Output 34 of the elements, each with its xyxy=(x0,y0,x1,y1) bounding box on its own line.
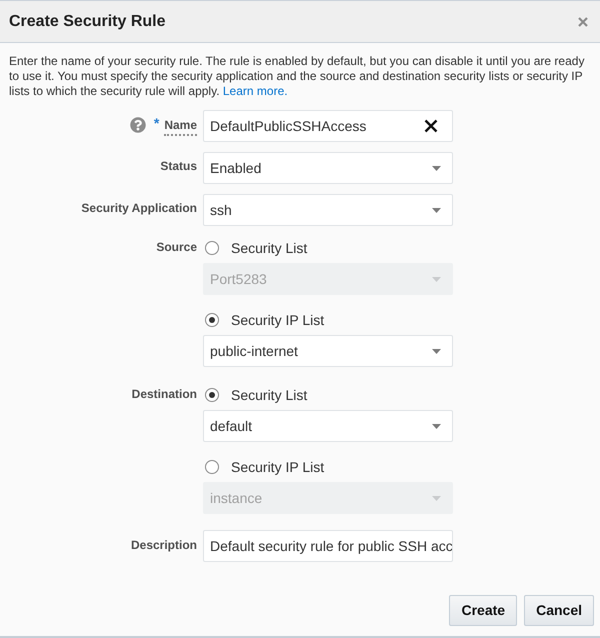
dialog-title: Create Security Rule xyxy=(9,12,166,32)
caret-icon xyxy=(432,276,441,282)
caret-icon xyxy=(432,496,441,500)
field-label: Destination xyxy=(132,387,197,401)
dropdown-field[interactable]: default xyxy=(203,410,453,442)
radio-button[interactable] xyxy=(205,241,219,255)
help-icon[interactable] xyxy=(130,117,146,133)
caret-icon xyxy=(432,348,441,354)
radio-label[interactable]: Security IP List xyxy=(231,456,324,478)
radio-button[interactable] xyxy=(205,313,219,327)
field-label: Source xyxy=(156,240,197,254)
caret-icon xyxy=(432,424,441,428)
radio-label[interactable]: Security List xyxy=(231,238,308,258)
caret-icon xyxy=(432,166,441,170)
dropdown-field[interactable]: Enabled xyxy=(203,152,453,184)
close-icon[interactable] xyxy=(578,16,588,26)
dropdown-field[interactable]: public-internet xyxy=(203,335,453,367)
field-label: Name xyxy=(164,118,197,136)
required-marker: * xyxy=(154,118,160,128)
radio-label[interactable]: Security List xyxy=(231,384,308,406)
clear-icon[interactable] xyxy=(424,119,438,133)
field-label: Description xyxy=(130,538,197,552)
dialog-button[interactable]: Cancel xyxy=(524,595,594,626)
field-label: Status xyxy=(160,159,197,173)
radio-button[interactable] xyxy=(205,460,219,474)
learn-more-link[interactable]: Learn more. xyxy=(222,84,288,98)
radio-button[interactable] xyxy=(205,388,219,402)
text-input-field[interactable]: DefaultPublicSSHAccess xyxy=(203,110,453,142)
caret-icon xyxy=(432,208,441,212)
field-label: Security Application xyxy=(81,201,197,215)
intro-text: Enter the name of your security rule. The rule is enabled by default, but you can disable it until you are ready to use it. You must specify the security application and the source and destination security lists or security IP lists to which the security rule will apply. Learn more. xyxy=(8,53,586,99)
radio-label[interactable]: Security IP List xyxy=(231,310,324,330)
dialog-button[interactable]: Create xyxy=(449,595,518,626)
dropdown-field[interactable]: ssh xyxy=(203,194,453,226)
